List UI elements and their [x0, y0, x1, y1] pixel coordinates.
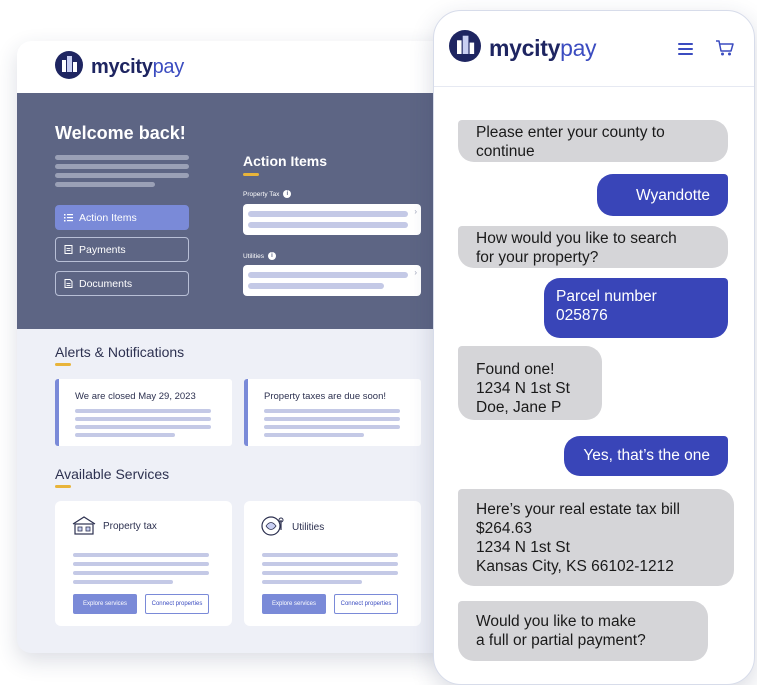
alert-card[interactable]: Property taxes are due soon!	[244, 379, 421, 446]
placeholder-line	[262, 580, 362, 584]
placeholder-line	[75, 417, 211, 421]
utilities-icon	[260, 515, 286, 540]
alerts-heading: Alerts & Notifications	[55, 344, 185, 360]
alert-card[interactable]: We are closed May 29, 2023	[55, 379, 232, 446]
mobile-header: mycitypay	[434, 11, 754, 87]
placeholder-line	[73, 562, 209, 566]
service-header: Property tax	[71, 515, 157, 538]
placeholder-line	[55, 182, 155, 187]
user-message: Yes, that’s the one	[564, 436, 728, 476]
placeholder-line	[264, 417, 400, 421]
alert-title: Property taxes are due soon!	[264, 391, 386, 402]
service-card-property-tax: Property tax Explore services Connect pr…	[55, 501, 232, 626]
action-item-property-tax[interactable]: ›	[243, 204, 421, 235]
connect-properties-button[interactable]: Connect properties	[334, 594, 398, 614]
nav-documents[interactable]: Documents	[55, 271, 189, 296]
cart-icon[interactable]	[715, 39, 735, 62]
desktop-dashboard: mycitypay Welcome back! Action Items Pay…	[17, 41, 447, 653]
action-item-utilities[interactable]: ›	[243, 265, 421, 296]
placeholder-line	[248, 283, 384, 289]
bot-message: Here’s your real estate tax bill $264.63…	[458, 489, 734, 586]
nav-action-items[interactable]: Action Items	[55, 205, 189, 230]
city-logo-icon	[449, 30, 481, 67]
placeholder-line	[55, 164, 189, 169]
nav-payments[interactable]: Payments	[55, 237, 189, 262]
explore-services-button[interactable]: Explore services	[73, 594, 137, 614]
placeholder-line	[264, 433, 364, 437]
placeholder-line	[248, 211, 408, 217]
placeholder-line	[73, 553, 209, 557]
bot-message: Found one! 1234 N 1st St Doe, Jane P	[458, 346, 602, 420]
explore-services-button[interactable]: Explore services	[262, 594, 326, 614]
placeholder-line	[248, 222, 408, 228]
receipt-icon	[64, 245, 73, 254]
user-message: Parcel number 025876	[544, 278, 728, 338]
info-icon[interactable]: i	[283, 190, 292, 198]
connect-properties-button[interactable]: Connect properties	[145, 594, 209, 614]
placeholder-line	[73, 580, 173, 584]
placeholder-line	[73, 571, 209, 575]
hamburger-menu-icon[interactable]	[678, 43, 693, 55]
heading-underline	[55, 485, 71, 488]
service-card-utilities: Utilities Explore services Connect prope…	[244, 501, 421, 626]
list-icon	[64, 213, 73, 222]
placeholder-line	[75, 425, 211, 429]
brand-logo[interactable]: mycitypay	[91, 56, 184, 79]
action-items-heading: Action Items	[243, 153, 328, 169]
brand-logo[interactable]: mycitypay	[489, 35, 597, 62]
desktop-header: mycitypay	[17, 41, 447, 93]
bot-message: Would you like to make a full or partial…	[458, 601, 708, 661]
mobile-chat: mycitypay Please enter your county to co…	[433, 10, 755, 685]
service-header: Utilities	[260, 515, 324, 540]
placeholder-line	[262, 553, 398, 557]
heading-underline	[243, 173, 259, 176]
placeholder-line	[264, 409, 400, 413]
welcome-panel: Welcome back! Action Items Payments Docu…	[17, 93, 447, 329]
action-group-label: Property Tax i	[243, 190, 292, 198]
welcome-heading: Welcome back!	[55, 123, 186, 143]
chevron-right-icon: ›	[414, 207, 417, 216]
heading-underline	[55, 363, 71, 366]
document-icon	[64, 279, 73, 288]
action-group-label: Utilities i	[243, 252, 276, 260]
bot-message: How would you like to search for your pr…	[458, 226, 728, 268]
chevron-right-icon: ›	[414, 268, 417, 277]
bot-message: Please enter your county to continue	[458, 120, 728, 162]
placeholder-line	[75, 409, 211, 413]
placeholder-line	[55, 155, 189, 160]
placeholder-line	[262, 571, 398, 575]
house-icon	[71, 515, 97, 538]
info-icon[interactable]: i	[267, 252, 276, 260]
placeholder-line	[262, 562, 398, 566]
services-heading: Available Services	[55, 466, 170, 482]
user-message: Wyandotte	[597, 174, 728, 216]
placeholder-line	[55, 173, 189, 178]
placeholder-line	[75, 433, 175, 437]
placeholder-line	[264, 425, 400, 429]
city-logo-icon	[55, 50, 83, 84]
alert-title: We are closed May 29, 2023	[75, 391, 196, 402]
placeholder-line	[248, 272, 408, 278]
